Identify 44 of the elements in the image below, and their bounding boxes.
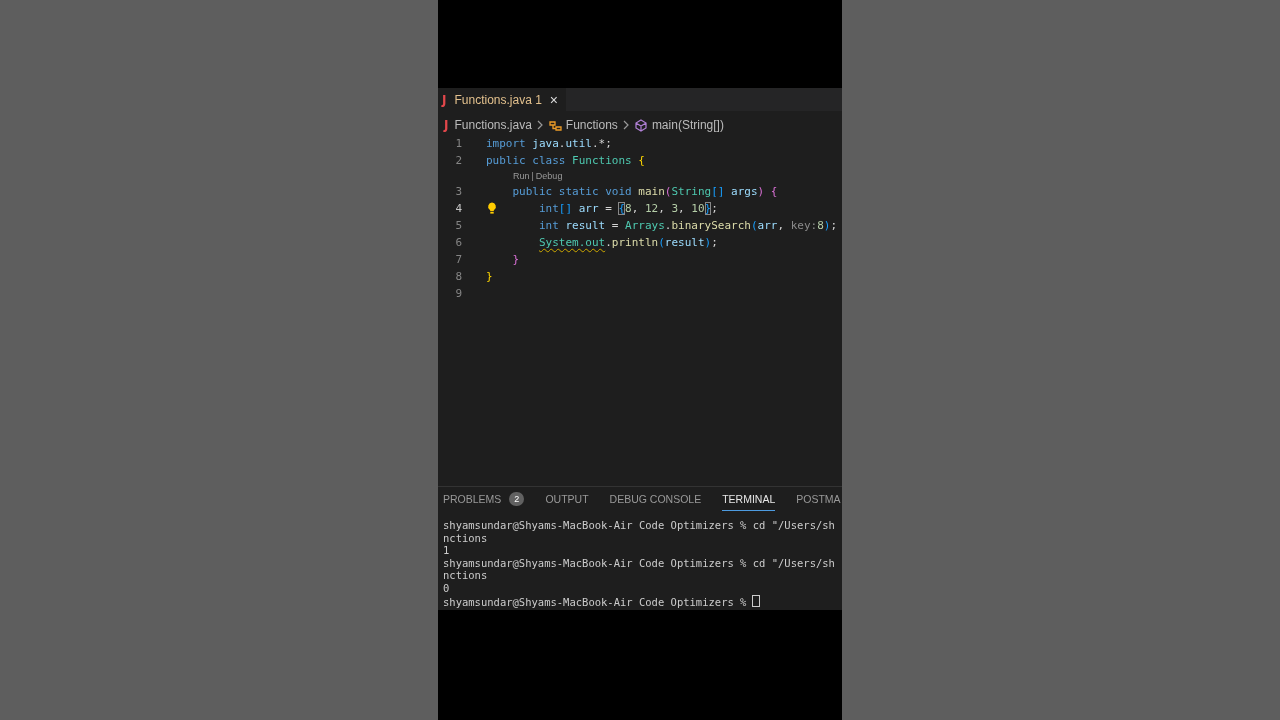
chevron-icon [535, 120, 544, 130]
panel-tab[interactable]: PROBLEMS 2 [443, 487, 525, 511]
panel-tab[interactable]: OUTPUT [545, 487, 589, 511]
class-icon [547, 118, 562, 132]
java-file-icon: J [444, 118, 449, 132]
code-line: int[] arr = {8, 12, 3, 10}; [538, 202, 718, 215]
code-line: int result = Arrays.binarySearch(arr, key:8); [538, 219, 838, 232]
panel-tab[interactable]: DEBUG CONSOLE [609, 487, 702, 511]
terminal-line: 1 [443, 544, 450, 557]
lightbulb-icon[interactable] [487, 202, 497, 214]
terminal-line: nctions [443, 531, 488, 544]
terminal-line: nctions [443, 569, 488, 582]
code-line: } [486, 270, 493, 283]
code-line: public class Functions { [486, 154, 645, 167]
close-button[interactable]: × [549, 92, 559, 107]
line-number: 5 [454, 219, 462, 232]
line-number: 2 [454, 154, 462, 167]
line-number: 7 [454, 253, 462, 266]
breadcrumb-item[interactable]: Functions [565, 118, 618, 132]
line-number: 3 [454, 185, 462, 198]
panel-tab[interactable]: POSTMA [796, 487, 841, 511]
cube-icon [633, 118, 648, 132]
breadcrumb-item[interactable]: main(String[]) [651, 118, 724, 132]
count-badge: 2 [509, 491, 525, 506]
code-line: System.out.println(result); [538, 236, 718, 249]
code-line: import java.util.*; [486, 137, 612, 150]
line-number: 6 [454, 236, 462, 249]
separator: | [531, 171, 534, 181]
line-number: 4 [454, 202, 462, 215]
line-number: 1 [454, 137, 462, 150]
code-line: } [511, 253, 520, 266]
chevron-icon [621, 120, 630, 130]
terminal-line: 0 [443, 581, 450, 594]
editor-tab[interactable]: J Functions.java 1 × [438, 88, 567, 111]
terminal-line: shyamsundar@Shyams-MacBook-Air Code Optimizers % cd "/Users/sh [443, 556, 835, 569]
terminal-line: shyamsundar@Shyams-MacBook-Air Code Optimizers % cd "/Users/sh [443, 519, 835, 531]
run-link[interactable]: Run [513, 171, 530, 181]
line-number: 8 [454, 270, 462, 283]
panel-tab[interactable]: TERMINAL [722, 487, 776, 511]
terminal-line: shyamsundar@Shyams-MacBook-Air Code Optimizers % [443, 595, 747, 608]
debug-link[interactable]: Debug [535, 171, 563, 181]
code-line: public static void main(String[] args) { [511, 185, 778, 198]
breadcrumb-item[interactable]: Functions.java [454, 118, 532, 132]
line-number: 9 [454, 287, 462, 300]
